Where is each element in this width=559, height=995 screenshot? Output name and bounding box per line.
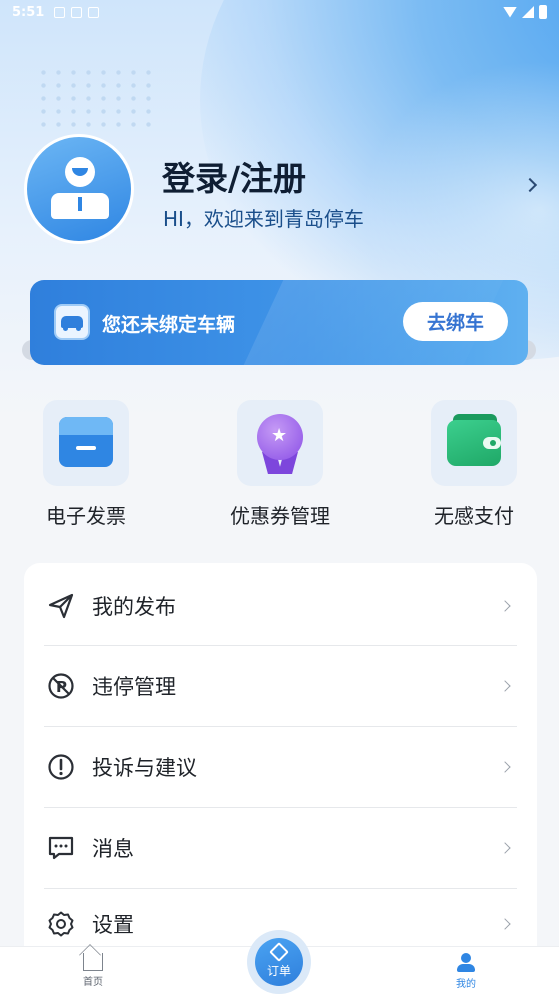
status-bar: 5:51 — [0, 0, 559, 24]
play-store-icon — [88, 6, 100, 18]
menu-item-label: 我的发布 — [92, 594, 176, 619]
menu-item-my-posts[interactable]: 我的发布 — [44, 565, 517, 646]
home-icon — [83, 953, 103, 971]
car-icon — [54, 304, 90, 340]
bind-vehicle-banner[interactable]: 您还未绑定车辆 去绑车 — [30, 280, 528, 365]
quick-action-label: 无感支付 — [434, 504, 514, 528]
wifi-icon — [503, 6, 517, 18]
avatar-tie-icon — [78, 197, 82, 211]
tab-orders-button[interactable]: 订单 — [255, 938, 303, 986]
battery-icon — [539, 5, 547, 19]
gmail-icon — [71, 6, 83, 18]
menu-item-label: 设置 — [92, 912, 134, 937]
quick-action-label: 优惠券管理 — [230, 504, 330, 528]
quick-action-seamless-pay[interactable]: 无感支付 — [404, 400, 544, 529]
notification-a-icon — [54, 6, 66, 18]
tab-label: 订单 — [266, 964, 291, 978]
invoice-icon — [43, 400, 129, 486]
decorative-dot-grid — [36, 66, 154, 134]
menu-item-feedback[interactable]: 投诉与建议 — [44, 726, 517, 807]
tab-label: 首页 — [83, 977, 103, 988]
avatar[interactable] — [24, 134, 134, 244]
send-icon — [46, 591, 76, 621]
no-parking-icon: P — [46, 671, 76, 701]
gear-icon — [46, 909, 76, 939]
welcome-text: HI，欢迎来到青岛停车 — [163, 207, 364, 231]
chevron-right-icon — [499, 842, 511, 854]
menu-card: 我的发布 P 违停管理 投诉与建议 消息 设置 — [24, 563, 537, 963]
bind-vehicle-button[interactable]: 去绑车 — [403, 302, 508, 341]
no-vehicle-text: 您还未绑定车辆 — [102, 314, 236, 336]
wallet-icon — [431, 400, 517, 486]
menu-item-label: 违停管理 — [92, 675, 176, 699]
menu-item-parking-violations[interactable]: P 违停管理 — [44, 645, 517, 726]
exclamation-icon — [46, 752, 76, 782]
menu-item-label: 投诉与建议 — [92, 756, 197, 780]
menu-item-label: 消息 — [92, 837, 134, 861]
signal-icon — [522, 6, 534, 18]
message-icon — [46, 833, 76, 863]
user-icon — [456, 953, 476, 973]
status-time: 5:51 — [12, 4, 45, 20]
quick-action-label: 电子发票 — [46, 504, 126, 528]
chevron-right-icon — [499, 761, 511, 773]
tab-home[interactable]: 首页 — [63, 953, 123, 988]
chevron-right-icon — [499, 599, 511, 612]
chevron-right-icon — [499, 917, 511, 930]
order-diamond-icon — [269, 942, 289, 962]
tab-me[interactable]: 我的 — [436, 953, 496, 990]
quick-action-invoice[interactable]: 电子发票 — [16, 400, 156, 529]
tab-label: 我的 — [456, 979, 476, 990]
menu-item-messages[interactable]: 消息 — [44, 807, 517, 888]
chevron-right-icon — [499, 680, 511, 692]
quick-action-coupons[interactable]: ★ 优惠券管理 — [210, 400, 350, 529]
coupon-medal-icon: ★ — [237, 400, 323, 486]
login-register-link[interactable]: 登录/注册 — [162, 152, 306, 200]
